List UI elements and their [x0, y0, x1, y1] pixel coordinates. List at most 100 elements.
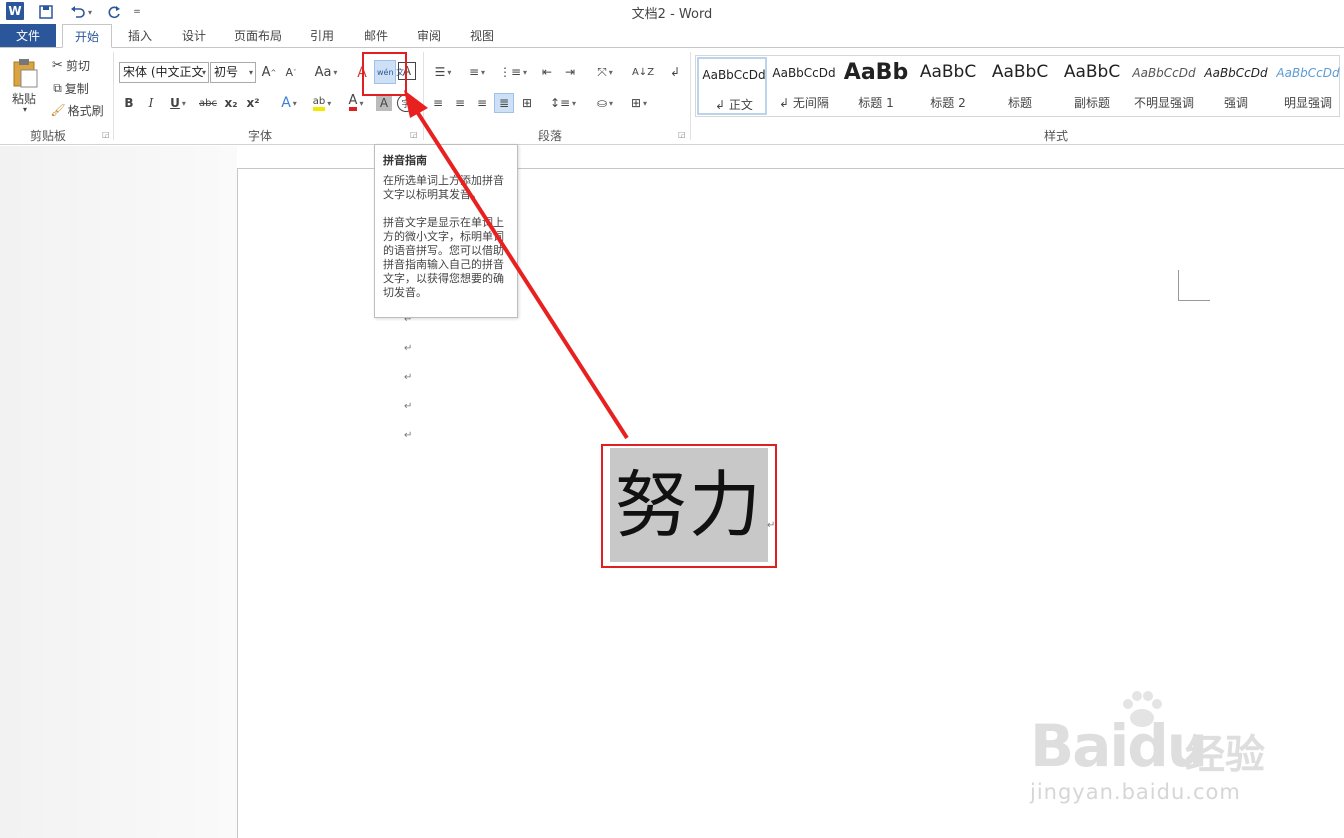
multilevel-list-button[interactable]: ⋮≡ ▾ [498, 62, 528, 82]
multilevel-list-icon: ⋮≡ [498, 65, 522, 79]
numbering-button[interactable]: ≡ ▾ [462, 62, 492, 82]
style-emphasis[interactable]: AaBbCcDd 强调 [1201, 57, 1271, 115]
separator [423, 52, 424, 140]
phonetic-guide-tooltip: 拼音指南 在所选单词上方添加拼音文字以标明其发音。 拼音文字是显示在单词上方的微… [374, 144, 518, 318]
asian-layout-icon: ⤧ [597, 64, 607, 79]
style-name: 明显强调 [1283, 96, 1332, 110]
font-color-button[interactable]: A ▾ [341, 94, 371, 112]
style-preview: AaBbC [1063, 62, 1121, 82]
underline-icon: U [170, 96, 180, 110]
paint-bucket-icon: ⛀ [596, 96, 608, 110]
italic-button[interactable]: I [143, 94, 159, 112]
style-name: 标题 1 [858, 96, 894, 110]
style-name: 不明显强调 [1133, 96, 1194, 110]
style-no-spacing[interactable]: AaBbCcDd ↲ 无间隔 [769, 57, 839, 115]
tab-layout[interactable]: 页面布局 [226, 24, 290, 48]
cut-label: 剪切 [65, 58, 90, 73]
tab-insert[interactable]: 插入 [118, 24, 162, 48]
separator [113, 52, 114, 140]
tooltip-body-1: 在所选单词上方添加拼音文字以标明其发音。 [383, 174, 504, 201]
brush-icon: 🖌 [50, 103, 66, 117]
style-heading-1[interactable]: AaBb 标题 1 [841, 57, 911, 115]
style-heading-2[interactable]: AaBbC 标题 2 [913, 57, 983, 115]
copy-button[interactable]: ⧉ 复制 [48, 79, 94, 97]
character-shading-button[interactable]: A [376, 95, 392, 111]
style-normal[interactable]: AaBbCcDd ↲ 正文 [697, 57, 767, 115]
window-title: 文档2 - Word [631, 7, 713, 22]
text-effects-icon: A [281, 95, 291, 111]
paste-dropdown-icon[interactable]: ▾ [20, 104, 30, 114]
style-name: 副标题 [1073, 96, 1110, 110]
line-spacing-button[interactable]: ↕≡ ▾ [548, 94, 578, 112]
chevron-down-icon: ▾ [201, 68, 206, 77]
shrink-font-button[interactable]: Aˇ [282, 62, 300, 83]
annotation-box-button [362, 52, 407, 96]
style-title[interactable]: AaBbC 标题 [985, 57, 1055, 115]
tab-view[interactable]: 视图 [460, 24, 504, 48]
style-subtitle[interactable]: AaBbC 副标题 [1057, 57, 1127, 115]
underline-button[interactable]: U ▾ [165, 94, 191, 112]
style-preview: AaBbCcDd [702, 68, 766, 82]
increase-indent-icon[interactable]: ⇥ [561, 62, 579, 82]
style-name: ↲ 无间隔 [779, 96, 829, 110]
align-center-icon[interactable]: ≡ [452, 94, 468, 112]
style-name: 强调 [1223, 96, 1248, 110]
grow-font-button[interactable]: A ^ [260, 62, 278, 83]
tab-review[interactable]: 审阅 [407, 24, 451, 48]
shading-button[interactable]: ⛀ ▾ [590, 94, 620, 112]
strikethrough-button[interactable]: abc [197, 94, 219, 112]
font-name-combo[interactable]: 宋体 (中文正文 ▾ [119, 62, 209, 83]
text-effects-button[interactable]: A ▾ [275, 94, 303, 112]
tab-references[interactable]: 引用 [300, 24, 344, 48]
subscript-button[interactable]: x₂ [222, 94, 240, 112]
watermark-url: jingyan.baidu.com [1030, 780, 1241, 804]
font-launcher-icon[interactable]: ◲ [410, 130, 418, 139]
paragraph-mark: ↵ [404, 401, 413, 412]
asian-layout-button[interactable]: ⤧ ▾ [590, 62, 620, 82]
decrease-indent-icon[interactable]: ⇤ [538, 62, 556, 82]
format-painter-label: 格式刷 [67, 103, 104, 118]
watermark-text: 经验 [1185, 732, 1265, 778]
tab-home[interactable]: 开始 [62, 24, 112, 48]
group-label-clipboard: 剪贴板 [29, 129, 66, 143]
style-preview: AaBbCcDd [1276, 66, 1340, 80]
enclose-characters-button[interactable]: 字 [397, 94, 415, 112]
align-right-icon[interactable]: ≡ [474, 94, 490, 112]
clipboard-launcher-icon[interactable]: ◲ [102, 130, 110, 139]
grow-font-icon: A [261, 65, 271, 80]
cut-button[interactable]: ✂ 剪切 [48, 56, 94, 74]
group-label-paragraph: 段落 [537, 129, 562, 143]
scissors-icon: ✂ [52, 57, 63, 73]
copy-icon: ⧉ [53, 80, 62, 95]
font-size-combo[interactable]: 初号 ▾ [210, 62, 256, 83]
shrink-font-icon: A [285, 66, 294, 79]
paste-icon[interactable] [8, 56, 42, 90]
tab-design[interactable]: 设计 [172, 24, 216, 48]
change-case-button[interactable]: Aa ▾ [310, 62, 342, 83]
paragraph-mark: ↵ [404, 430, 413, 441]
numbering-icon: ≡ [468, 65, 480, 79]
watermark-logo: Baidu [1030, 712, 1208, 780]
tab-file[interactable]: 文件 [0, 24, 56, 48]
bullets-icon: ☰ [434, 65, 446, 79]
style-intense-emphasis[interactable]: AaBbCcDd 明显强调 [1273, 57, 1343, 115]
document-margin-left [0, 146, 237, 838]
justify-icon[interactable]: ≣ [494, 93, 514, 113]
show-marks-icon[interactable]: ↲ [667, 62, 683, 82]
borders-button[interactable]: ⊞ ▾ [624, 94, 654, 112]
distributed-icon[interactable]: ⊞ [518, 94, 536, 112]
style-subtle-emphasis[interactable]: AaBbCcDd 不明显强调 [1129, 57, 1199, 115]
align-left-icon[interactable]: ≡ [430, 94, 446, 112]
tab-mailings[interactable]: 邮件 [354, 24, 398, 48]
paragraph-mark: ↵ [404, 343, 413, 354]
style-preview: AaBbC [919, 62, 977, 82]
tooltip-body-2: 拼音文字是显示在单词上方的微小文字，标明单词的语音拼写。您可以借助拼音指南输入自… [383, 216, 504, 299]
highlight-button[interactable]: ab ▾ [307, 94, 337, 112]
bullets-button[interactable]: ☰ ▾ [428, 62, 458, 82]
format-painter-button[interactable]: 🖌 格式刷 [48, 101, 106, 119]
sort-icon[interactable]: A↓Z [632, 62, 654, 82]
bold-button[interactable]: B [121, 94, 137, 112]
style-preview: AaBb [843, 60, 909, 85]
superscript-button[interactable]: x² [244, 94, 262, 112]
paragraph-launcher-icon[interactable]: ◲ [678, 130, 686, 139]
